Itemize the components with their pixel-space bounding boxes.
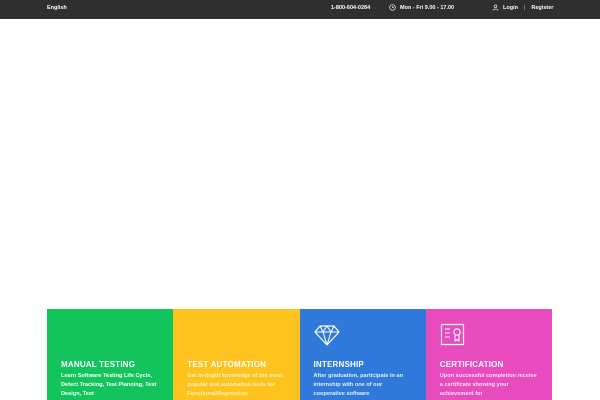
card-internship[interactable]: INTERNSHIP After graduation, participate… bbox=[299, 309, 426, 400]
phone-number: 1-800-604-0284 bbox=[331, 5, 371, 11]
language-selector[interactable]: English bbox=[47, 5, 67, 11]
card-description: Get in-depth knowledge of the most popul… bbox=[187, 373, 283, 397]
business-hours-text: Mon - Fri 9.00 - 17.00 bbox=[400, 4, 455, 11]
card-title: INTERNSHIP bbox=[313, 360, 364, 369]
user-icon bbox=[492, 4, 499, 11]
feature-cards: MANUAL TESTING Learn Software Testing Li… bbox=[47, 309, 552, 400]
auth-separator: | bbox=[523, 4, 526, 11]
card-title: MANUAL TESTING bbox=[61, 360, 136, 369]
clock-icon bbox=[389, 4, 396, 11]
card-certification[interactable]: CERTIFICATION Upon successful completion… bbox=[425, 309, 552, 400]
login-link[interactable]: Login bbox=[503, 5, 518, 11]
business-hours: Mon - Fri 9.00 - 17.00 bbox=[389, 4, 454, 11]
card-test-automation[interactable]: TEST AUTOMATION Get in-depth knowledge o… bbox=[173, 309, 300, 400]
certificate-icon bbox=[440, 323, 466, 347]
card-title: CERTIFICATION bbox=[439, 360, 504, 369]
card-description: Learn Software Testing Life Cycle, Defec… bbox=[61, 373, 157, 397]
card-description: After graduation, participate in an inte… bbox=[313, 373, 404, 397]
top-bar: English 1-800-604-0284 Mon - Fri 9.00 - … bbox=[0, 0, 600, 19]
card-description: Upon successful completion receive a cer… bbox=[439, 373, 537, 397]
diamond-icon bbox=[313, 323, 340, 347]
card-manual-testing[interactable]: MANUAL TESTING Learn Software Testing Li… bbox=[47, 309, 174, 400]
register-link[interactable]: Register bbox=[531, 5, 553, 11]
card-title: TEST AUTOMATION bbox=[187, 360, 267, 369]
auth-links: Login | Register bbox=[492, 4, 553, 11]
